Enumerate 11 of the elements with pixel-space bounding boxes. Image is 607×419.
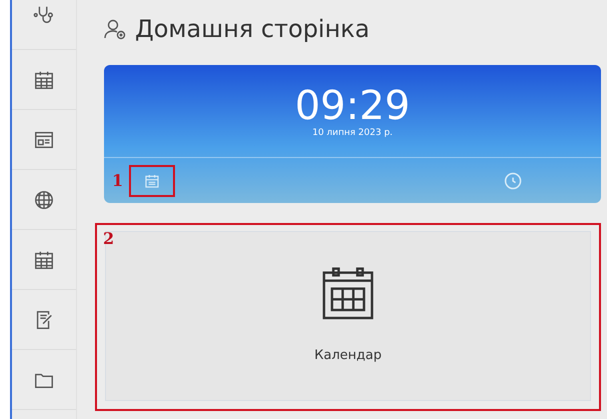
page-title: Домашня сторінка xyxy=(135,15,370,43)
clock-time: 09:29 xyxy=(294,84,410,128)
annotation-number: 2 xyxy=(103,229,114,248)
calendar-icon xyxy=(144,172,160,188)
clock-date: 10 липня 2023 р. xyxy=(312,128,393,138)
annotation-number: 1 xyxy=(112,171,124,190)
user-icon xyxy=(103,17,127,41)
clock-icon xyxy=(503,170,523,190)
calendar-button[interactable] xyxy=(129,164,176,196)
globe-icon xyxy=(33,188,55,210)
stethoscope-icon xyxy=(33,4,55,26)
